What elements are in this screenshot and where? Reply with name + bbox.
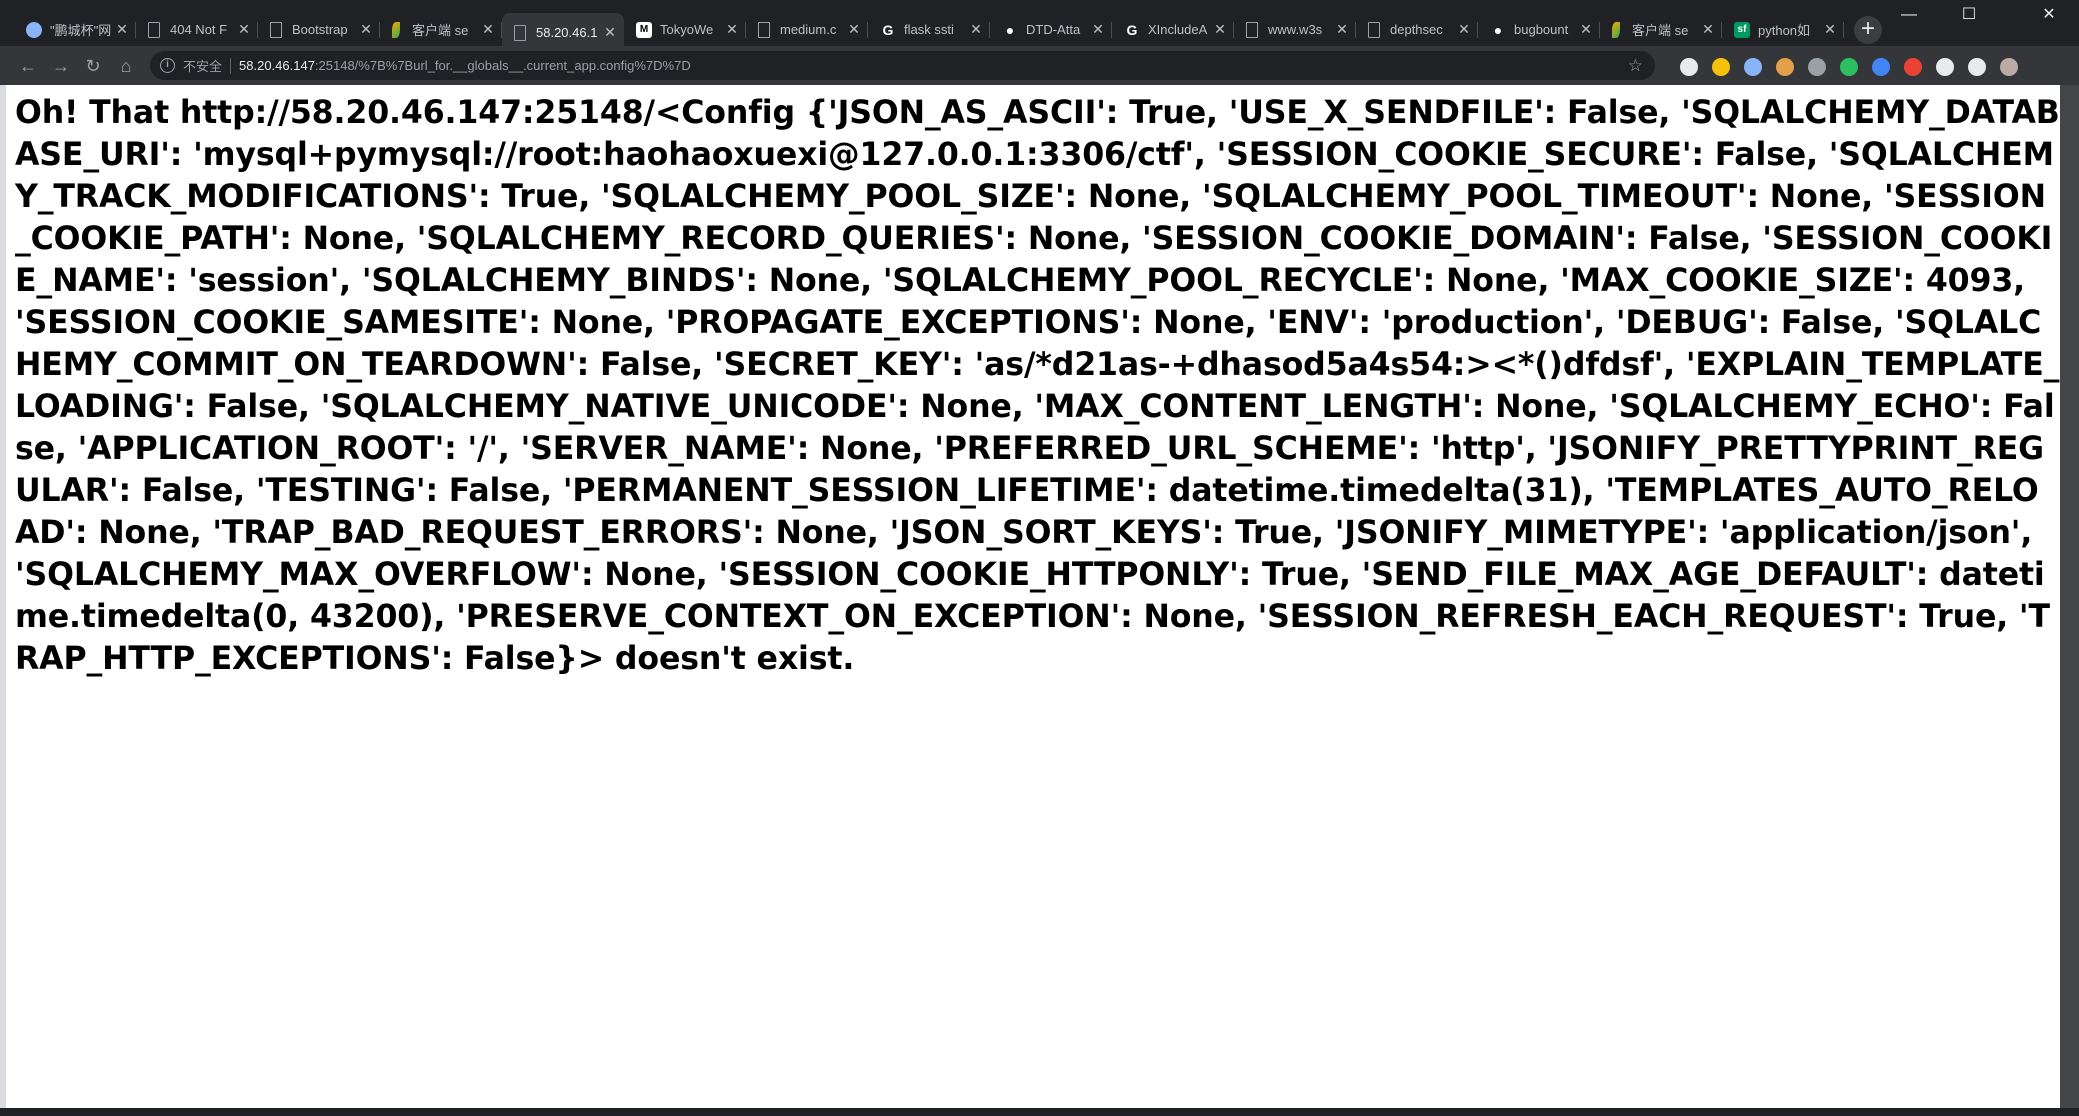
bookmark-star-icon[interactable]: ☆: [1628, 56, 1643, 76]
tab-close-icon[interactable]: ✕: [114, 21, 130, 38]
maximize-button[interactable]: ☐: [1939, 0, 1999, 30]
tab-title: DTD-Atta: [1026, 22, 1081, 37]
document-icon: [514, 24, 526, 41]
tab-close-icon[interactable]: ✕: [602, 24, 618, 41]
tab-title: python如: [1758, 23, 1811, 38]
tab-title: flask ssti: [904, 22, 954, 37]
browser-tab[interactable]: ● DTD-Atta ✕: [990, 13, 1112, 46]
browser-tab[interactable]: "鹏城杯"网 ✕: [14, 13, 136, 46]
circle-ext-icon[interactable]: [1744, 58, 1762, 76]
tab-close-icon[interactable]: ✕: [1822, 21, 1838, 38]
window-left-edge: [0, 85, 6, 1116]
google-icon: G: [882, 21, 894, 38]
info-icon[interactable]: i: [160, 58, 175, 73]
new-tab-button[interactable]: +: [1854, 16, 1882, 44]
tab-title: 客户端 se: [1632, 23, 1689, 38]
browser-tab[interactable]: 404 Not F ✕: [136, 13, 258, 46]
reload-button[interactable]: ↻: [79, 52, 107, 80]
document-icon: [148, 21, 160, 38]
browser-tab[interactable]: medium.c ✕: [746, 13, 868, 46]
evernote-ext-icon[interactable]: [1840, 58, 1858, 76]
browser-tab[interactable]: Bootstrap ✕: [258, 13, 380, 46]
tab-title: bugbount: [1514, 22, 1569, 37]
vertical-scrollbar-track[interactable]: [2060, 85, 2079, 1116]
leaf-icon: [1612, 21, 1620, 38]
tab-close-icon[interactable]: ✕: [846, 21, 862, 38]
tab-title: Bootstrap: [292, 22, 348, 37]
tab-title: 客户端 se: [412, 23, 469, 38]
github-icon: ●: [1005, 21, 1015, 38]
close-window-button[interactable]: ✕: [2019, 0, 2079, 30]
document-icon: [270, 21, 282, 38]
mask-ext-icon[interactable]: [1968, 58, 1986, 76]
home-button[interactable]: ⌂: [112, 52, 140, 80]
tab-list: "鹏城杯"网 ✕ 404 Not F ✕ Bootstrap ✕ 客户端 se ✕ 58.20.…: [14, 13, 1844, 52]
github-icon: ●: [1493, 21, 1503, 38]
back-button[interactable]: ←: [14, 52, 42, 80]
tab-close-icon[interactable]: ✕: [1212, 21, 1228, 38]
translate-ext-icon[interactable]: [1872, 58, 1890, 76]
document-icon: [758, 21, 770, 38]
browser-tab[interactable]: depthsec ✕: [1356, 13, 1478, 46]
url-path: :25148/%7B%7Burl_for.__globals__.current…: [314, 58, 691, 73]
address-bar[interactable]: i 不安全 58.20.46.147:25148/%7B%7Burl_for._…: [150, 51, 1655, 80]
google-icon: G: [1126, 21, 1138, 38]
leaf-icon: [392, 21, 400, 38]
profile-avatar-icon[interactable]: [2000, 58, 2018, 76]
browser-tab[interactable]: sf python如 ✕: [1722, 13, 1844, 46]
browser-tab[interactable]: 客户端 se ✕: [380, 13, 502, 46]
hack-ext-icon[interactable]: [1936, 58, 1954, 76]
cookie-ext-icon[interactable]: [1776, 58, 1794, 76]
forward-button[interactable]: →: [47, 52, 75, 80]
tab-title: "鹏城杯"网: [50, 23, 112, 38]
gear-ext-icon[interactable]: [1808, 58, 1826, 76]
browser-tab[interactable]: M TokyoWe ✕: [624, 13, 746, 46]
browser-tab[interactable]: www.w3s ✕: [1234, 13, 1356, 46]
tab-close-icon[interactable]: ✕: [1456, 21, 1472, 38]
url-host: 58.20.46.147: [239, 58, 315, 73]
tab-title: depthsec: [1390, 22, 1443, 37]
tab-title: 58.20.46.1: [536, 25, 598, 40]
browser-toolbar: ← → ↻ ⌂ i 不安全 58.20.46.147:25148/%7B%7Bu…: [0, 46, 2079, 85]
tab-close-icon[interactable]: ✕: [1090, 21, 1106, 38]
browser-tab[interactable]: ● bugbount ✕: [1478, 13, 1600, 46]
tab-close-icon[interactable]: ✕: [724, 21, 740, 38]
tab-close-icon[interactable]: ✕: [480, 21, 496, 38]
tab-close-icon[interactable]: ✕: [1700, 21, 1716, 38]
document-icon: [1368, 21, 1380, 38]
omnibox-divider: [230, 57, 232, 74]
globe-icon: [26, 21, 42, 38]
tab-title: XIncludeA: [1148, 22, 1208, 37]
record-ext-icon[interactable]: [1904, 58, 1922, 76]
tab-title: 404 Not F: [170, 22, 228, 37]
tab-close-icon[interactable]: ✕: [968, 21, 984, 38]
tab-close-icon[interactable]: ✕: [1578, 21, 1594, 38]
document-icon: [1246, 21, 1258, 38]
tab-title: TokyoWe: [660, 22, 714, 37]
tab-title: www.w3s: [1268, 22, 1323, 37]
tab-close-icon[interactable]: ✕: [1334, 21, 1350, 38]
sf-icon: sf: [1734, 21, 1750, 38]
taskbar-edge: [0, 1108, 2079, 1116]
medium-icon: M: [636, 21, 652, 38]
tab-close-icon[interactable]: ✕: [358, 21, 374, 38]
tab-title: medium.c: [780, 22, 837, 37]
browser-tab[interactable]: Gflask ssti ✕: [868, 13, 990, 46]
tab-strip: "鹏城杯"网 ✕ 404 Not F ✕ Bootstrap ✕ 客户端 se ✕ 58.20.…: [0, 0, 2079, 52]
security-status-label[interactable]: 不安全: [183, 56, 222, 75]
tab-close-icon[interactable]: ✕: [236, 21, 252, 38]
minimize-button[interactable]: —: [1879, 0, 1939, 30]
url-text[interactable]: 58.20.46.147:25148/%7B%7Burl_for.__globa…: [239, 58, 691, 73]
python-ext-icon[interactable]: [1712, 58, 1730, 76]
wechat-ext-icon[interactable]: [1680, 58, 1698, 76]
error-message: Oh! That http://58.20.46.147:25148/<Conf…: [15, 95, 2060, 677]
browser-tab[interactable]: G XIncludeA ✕: [1112, 13, 1234, 46]
browser-tab[interactable]: 客户端 se ✕: [1600, 13, 1722, 46]
